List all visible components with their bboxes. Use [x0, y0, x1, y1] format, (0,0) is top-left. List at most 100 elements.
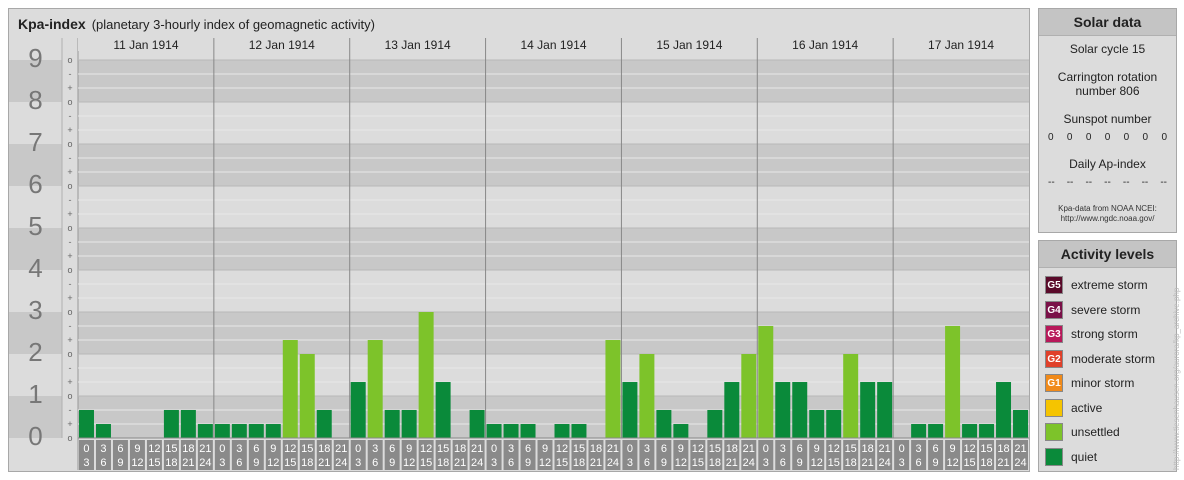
time-end-label: 12: [811, 457, 823, 469]
time-end-label: 9: [797, 457, 803, 469]
time-start-label: 0: [83, 443, 89, 455]
day-label: 11 Jan 1914: [113, 38, 178, 52]
kp-bar: [707, 409, 723, 438]
kp-bar: [775, 382, 791, 438]
time-end-label: 3: [355, 457, 361, 469]
time-start-label: 18: [182, 443, 194, 455]
kp-bar: [860, 382, 876, 438]
time-end-label: 3: [627, 457, 633, 469]
time-start-label: 3: [372, 443, 378, 455]
time-end-label: 12: [403, 457, 415, 469]
time-end-label: 18: [301, 457, 313, 469]
time-end-label: 12: [675, 457, 687, 469]
time-end-label: 21: [862, 457, 874, 469]
time-start-label: 9: [270, 443, 276, 455]
kp-bar: [265, 424, 281, 438]
kp-bar: [214, 424, 230, 438]
y-subtick-label: -: [69, 237, 72, 247]
plot-band: [78, 102, 1029, 144]
time-end-label: 3: [763, 457, 769, 469]
time-end-label: 9: [933, 457, 939, 469]
time-end-label: 12: [946, 457, 958, 469]
plot-band: [78, 270, 1029, 312]
activity-level-label: quiet: [1071, 449, 1098, 464]
kp-bar: [503, 424, 519, 438]
sunspot-value: 0: [1085, 132, 1092, 143]
time-start-label: 0: [763, 443, 769, 455]
kp-bar: [520, 424, 536, 438]
y-subtick-label: o: [67, 307, 72, 317]
time-start-label: 3: [100, 443, 106, 455]
y-subtick-label: -: [69, 153, 72, 163]
kp-bar: [656, 409, 672, 438]
time-start-label: 21: [743, 443, 755, 455]
time-end-label: 9: [661, 457, 667, 469]
ap-value: --: [1141, 177, 1149, 188]
kp-bar: [384, 409, 400, 438]
time-end-label: 21: [590, 457, 602, 469]
plot-band: [78, 60, 1029, 102]
y-tick-label: 3: [28, 295, 42, 325]
time-end-label: 24: [743, 457, 755, 469]
time-end-label: 9: [117, 457, 123, 469]
day-label: 13 Jan 1914: [385, 38, 451, 52]
plot-band: [78, 228, 1029, 270]
time-start-label: 18: [318, 443, 330, 455]
time-end-label: 18: [709, 457, 721, 469]
time-end-label: 18: [165, 457, 177, 469]
time-start-label: 12: [828, 443, 840, 455]
kp-bar: [724, 382, 740, 438]
time-end-label: 21: [726, 457, 738, 469]
activity-level-label: active: [1071, 400, 1103, 415]
sunspot-value: 0: [1142, 132, 1149, 143]
activity-level-item: G5 extreme storm: [1039, 273, 1176, 298]
time-end-label: 24: [1014, 457, 1026, 469]
time-end-label: 18: [845, 457, 857, 469]
time-start-label: 15: [573, 443, 585, 455]
time-end-label: 6: [372, 457, 378, 469]
activity-level-item: G1 minor storm: [1039, 371, 1176, 396]
carrington-line-2: number 806: [1075, 84, 1140, 98]
time-start-label: 18: [997, 443, 1009, 455]
y-subtick-label: -: [69, 279, 72, 289]
time-end-label: 9: [525, 457, 531, 469]
y-subtick-label: -: [69, 405, 72, 415]
time-start-label: 21: [607, 443, 619, 455]
ap-value: --: [1122, 177, 1130, 188]
source-note-2: http://www.ngdc.noaa.gov/: [1060, 214, 1155, 223]
kp-bar: [1013, 409, 1028, 438]
time-start-label: 12: [692, 443, 704, 455]
kp-bar: [979, 424, 995, 438]
y-tick-label: 7: [28, 127, 42, 157]
kp-bar: [673, 424, 689, 438]
kp-bar: [180, 409, 196, 438]
time-end-label: 18: [437, 457, 449, 469]
kp-bar: [163, 409, 179, 438]
carrington-line-1: Carrington rotation: [1057, 70, 1158, 84]
kp-bar: [996, 382, 1012, 438]
sunspot-value: 0: [1066, 132, 1073, 143]
activity-level-swatch: G1: [1045, 374, 1063, 393]
kp-bar: [911, 424, 927, 438]
kp-bar: [741, 354, 757, 438]
time-start-label: 18: [590, 443, 602, 455]
time-end-label: 24: [879, 457, 891, 469]
time-start-label: 6: [933, 443, 939, 455]
activity-level-label: strong storm: [1071, 327, 1138, 342]
time-start-label: 21: [471, 443, 483, 455]
activity-level-swatch: [1045, 447, 1063, 466]
kp-bar: [554, 424, 570, 438]
activity-level-item: G4 severe storm: [1039, 298, 1176, 323]
solar-data-title: Solar data: [1039, 9, 1176, 36]
time-start-label: 0: [355, 443, 361, 455]
plot-band: [78, 144, 1029, 186]
time-end-label: 9: [389, 457, 395, 469]
sunspot-label: Sunspot number: [1063, 112, 1152, 126]
time-start-label: 12: [420, 443, 432, 455]
time-end-label: 15: [692, 457, 704, 469]
activity-level-item: quiet: [1039, 445, 1176, 470]
y-subtick-label: -: [69, 111, 72, 121]
time-start-label: 18: [862, 443, 874, 455]
time-start-label: 21: [335, 443, 347, 455]
y-tick-label: 0: [28, 421, 42, 451]
